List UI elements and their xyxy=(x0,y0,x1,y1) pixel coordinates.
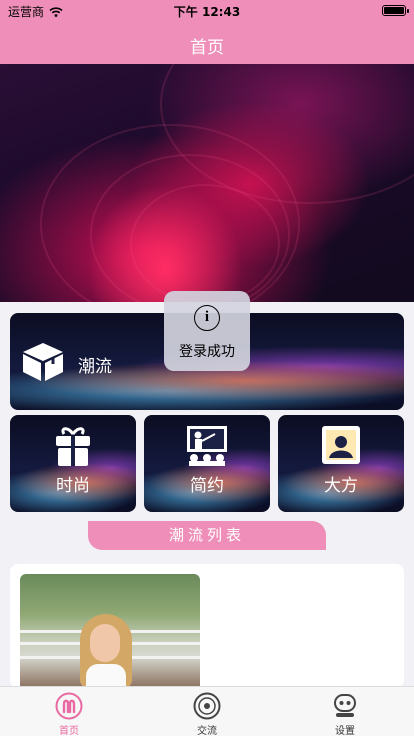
tab-exchange[interactable]: 交流 xyxy=(138,687,276,736)
box-icon xyxy=(23,343,63,381)
tab-label-settings: 设置 xyxy=(335,726,355,736)
tab-label-exchange: 交流 xyxy=(197,726,217,736)
category-label-2: 简约 xyxy=(190,476,224,496)
tab-settings[interactable]: 设置 xyxy=(276,687,414,736)
home-icon xyxy=(55,692,83,720)
status-bar: 运营商 下午 12:43 xyxy=(0,0,414,22)
contact-book-icon xyxy=(322,426,360,464)
category-label-1: 时尚 xyxy=(56,476,90,496)
category-tile-jianyue[interactable]: 简约 xyxy=(144,415,270,512)
login-success-toast: i 登录成功 xyxy=(164,291,250,371)
list-item[interactable] xyxy=(10,564,404,688)
status-time: 下午 12:43 xyxy=(173,5,241,19)
tab-bar: 首页 交流 设置 xyxy=(0,686,414,736)
category-tile-dafang[interactable]: 大方 xyxy=(278,415,404,512)
gift-icon xyxy=(56,427,90,466)
tab-home[interactable]: 首页 xyxy=(0,687,138,736)
info-icon: i xyxy=(194,305,220,331)
category-label-main: 潮流 xyxy=(78,357,112,377)
woman-portrait-photo xyxy=(20,574,200,688)
hero-banner[interactable] xyxy=(0,64,414,302)
presentation-icon xyxy=(187,426,227,466)
app-screen: 运营商 下午 12:43 首页 潮流 时尚 简约 大方 i 登录成功 潮流列表 … xyxy=(0,0,414,736)
top-bar: 运营商 下午 12:43 首页 xyxy=(0,0,414,64)
section-title: 潮流列表 xyxy=(88,521,326,550)
tab-label-home: 首页 xyxy=(59,726,79,736)
page-title: 首页 xyxy=(190,38,224,58)
toast-message: 登录成功 xyxy=(179,344,235,360)
disc-icon xyxy=(193,692,221,720)
category-label-3: 大方 xyxy=(324,476,358,496)
robot-icon xyxy=(334,694,356,717)
battery-icon xyxy=(382,5,409,16)
category-tile-shishang[interactable]: 时尚 xyxy=(10,415,136,512)
